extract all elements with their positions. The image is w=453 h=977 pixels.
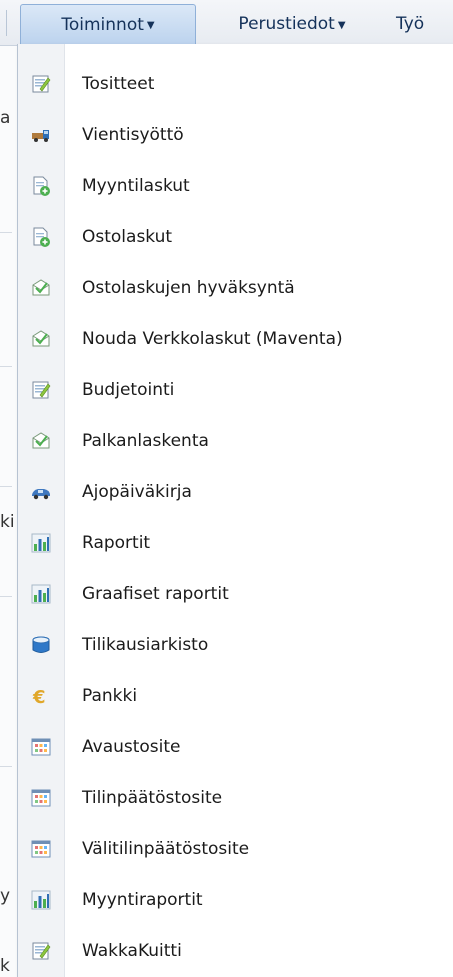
menu-tyo[interactable]: Työ <box>396 4 453 44</box>
bar-chart-icon <box>31 533 51 553</box>
background-page: a ki y k <box>0 46 17 977</box>
menu-item-label: Tilinpäätöstosite <box>82 788 223 808</box>
menu-perustiedot-label: Perustiedot <box>238 14 335 34</box>
edit-document-icon <box>32 381 51 399</box>
envelope-check-icon <box>32 279 50 296</box>
menu-item-tilinpaatostosite[interactable]: Tilinpäätöstosite <box>18 773 453 823</box>
menu-item-label: Myyntilaskut <box>82 176 190 196</box>
menu-item-ostolaskut[interactable]: Ostolaskut <box>18 212 453 262</box>
menu-tyo-label: Työ <box>396 14 425 34</box>
menu-toiminnot-label: Toiminnot <box>61 14 144 35</box>
menu-item-pankki[interactable]: € Pankki <box>18 671 453 721</box>
menu-item-ajopaivakirja[interactable]: Ajopäiväkirja <box>18 467 453 517</box>
menu-item-tositteet[interactable]: Tositteet <box>18 59 453 109</box>
menu-item-label: Tositteet <box>82 74 155 94</box>
svg-text:€: € <box>32 687 46 706</box>
menu-item-label: WakkaKuitti <box>82 941 182 961</box>
menu-item-label: Pankki <box>82 686 138 706</box>
background-divider <box>0 232 12 233</box>
document-add-icon <box>33 176 50 196</box>
edit-document-icon <box>32 942 51 960</box>
envelope-check-icon <box>32 330 50 347</box>
archive-bin-icon <box>32 636 50 653</box>
menu-item-label: Avaustosite <box>82 737 181 757</box>
chevron-down-icon: ▼ <box>337 19 346 31</box>
background-text: k <box>0 956 10 976</box>
menu-item-label: Välitilinpäätöstosite <box>82 839 250 859</box>
menu-item-label: Ajopäiväkirja <box>82 482 192 502</box>
document-add-icon <box>33 227 50 247</box>
menu-item-tilikausiarkisto[interactable]: Tilikausiarkisto <box>18 620 453 670</box>
background-text: y <box>0 886 11 906</box>
menu-item-label: Myyntiraportit <box>82 890 203 910</box>
menu-item-label: Tilikausiarkisto <box>82 635 209 655</box>
menu-item-budjetointi[interactable]: Budjetointi <box>18 365 453 415</box>
menu-item-valitilinpaatostosite[interactable]: Välitilinpäätöstosite <box>18 824 453 874</box>
calendar-grid-icon <box>31 738 51 756</box>
background-divider <box>0 366 12 367</box>
menu-item-vientisyotto[interactable]: Vientisyöttö <box>18 110 453 160</box>
toiminnot-dropdown: Tositteet Vientisyöttö Myyntilaskut Osto… <box>17 44 453 977</box>
menu-item-label: Palkanlaskenta <box>82 431 209 451</box>
menu-item-myyntiraportit[interactable]: Myyntiraportit <box>18 875 453 925</box>
menu-item-raportit[interactable]: Raportit <box>18 518 453 568</box>
background-divider <box>0 766 12 767</box>
calendar-grid-icon <box>31 840 51 858</box>
menu-item-wakkakuitti[interactable]: WakkaKuitti <box>18 926 453 976</box>
background-text: a <box>0 108 11 128</box>
menu-item-ostolaskujen-hyvaksynta[interactable]: Ostolaskujen hyväksyntä <box>18 263 453 313</box>
background-divider <box>0 596 12 597</box>
menubar-edge <box>6 10 7 36</box>
bar-chart-icon <box>31 890 51 910</box>
menu-item-myyntilaskut[interactable]: Myyntilaskut <box>18 161 453 211</box>
euro-icon: € <box>32 687 46 706</box>
menu-item-label: Graafiset raportit <box>82 584 229 604</box>
calendar-grid-icon <box>31 789 51 807</box>
menu-toiminnot[interactable]: Toiminnot ▼ <box>20 4 196 44</box>
chevron-down-icon: ▼ <box>146 20 155 31</box>
menu-item-label: Raportit <box>82 533 151 553</box>
car-icon <box>32 489 50 500</box>
menu-item-label: Budjetointi <box>82 380 175 400</box>
bar-chart-icon <box>31 584 51 604</box>
menu-item-label: Ostolaskujen hyväksyntä <box>82 278 295 298</box>
menubar: Toiminnot ▼ Perustiedot ▼ Työ <box>0 0 453 46</box>
envelope-check-icon <box>32 432 50 449</box>
background-divider <box>0 486 12 487</box>
menu-item-graafiset-raportit[interactable]: Graafiset raportit <box>18 569 453 619</box>
menu-item-label: Nouda Verkkolaskut (Maventa) <box>82 329 343 349</box>
edit-document-icon <box>32 75 51 93</box>
menu-item-label: Ostolaskut <box>82 227 173 247</box>
menu-item-avaustosite[interactable]: Avaustosite <box>18 722 453 772</box>
menu-perustiedot[interactable]: Perustiedot ▼ <box>222 4 362 44</box>
truck-icon <box>32 130 49 142</box>
menu-item-palkanlaskenta[interactable]: Palkanlaskenta <box>18 416 453 466</box>
background-text: ki <box>0 512 15 532</box>
menu-item-label: Vientisyöttö <box>82 125 184 145</box>
menu-item-nouda-verkkolaskut[interactable]: Nouda Verkkolaskut (Maventa) <box>18 314 453 364</box>
